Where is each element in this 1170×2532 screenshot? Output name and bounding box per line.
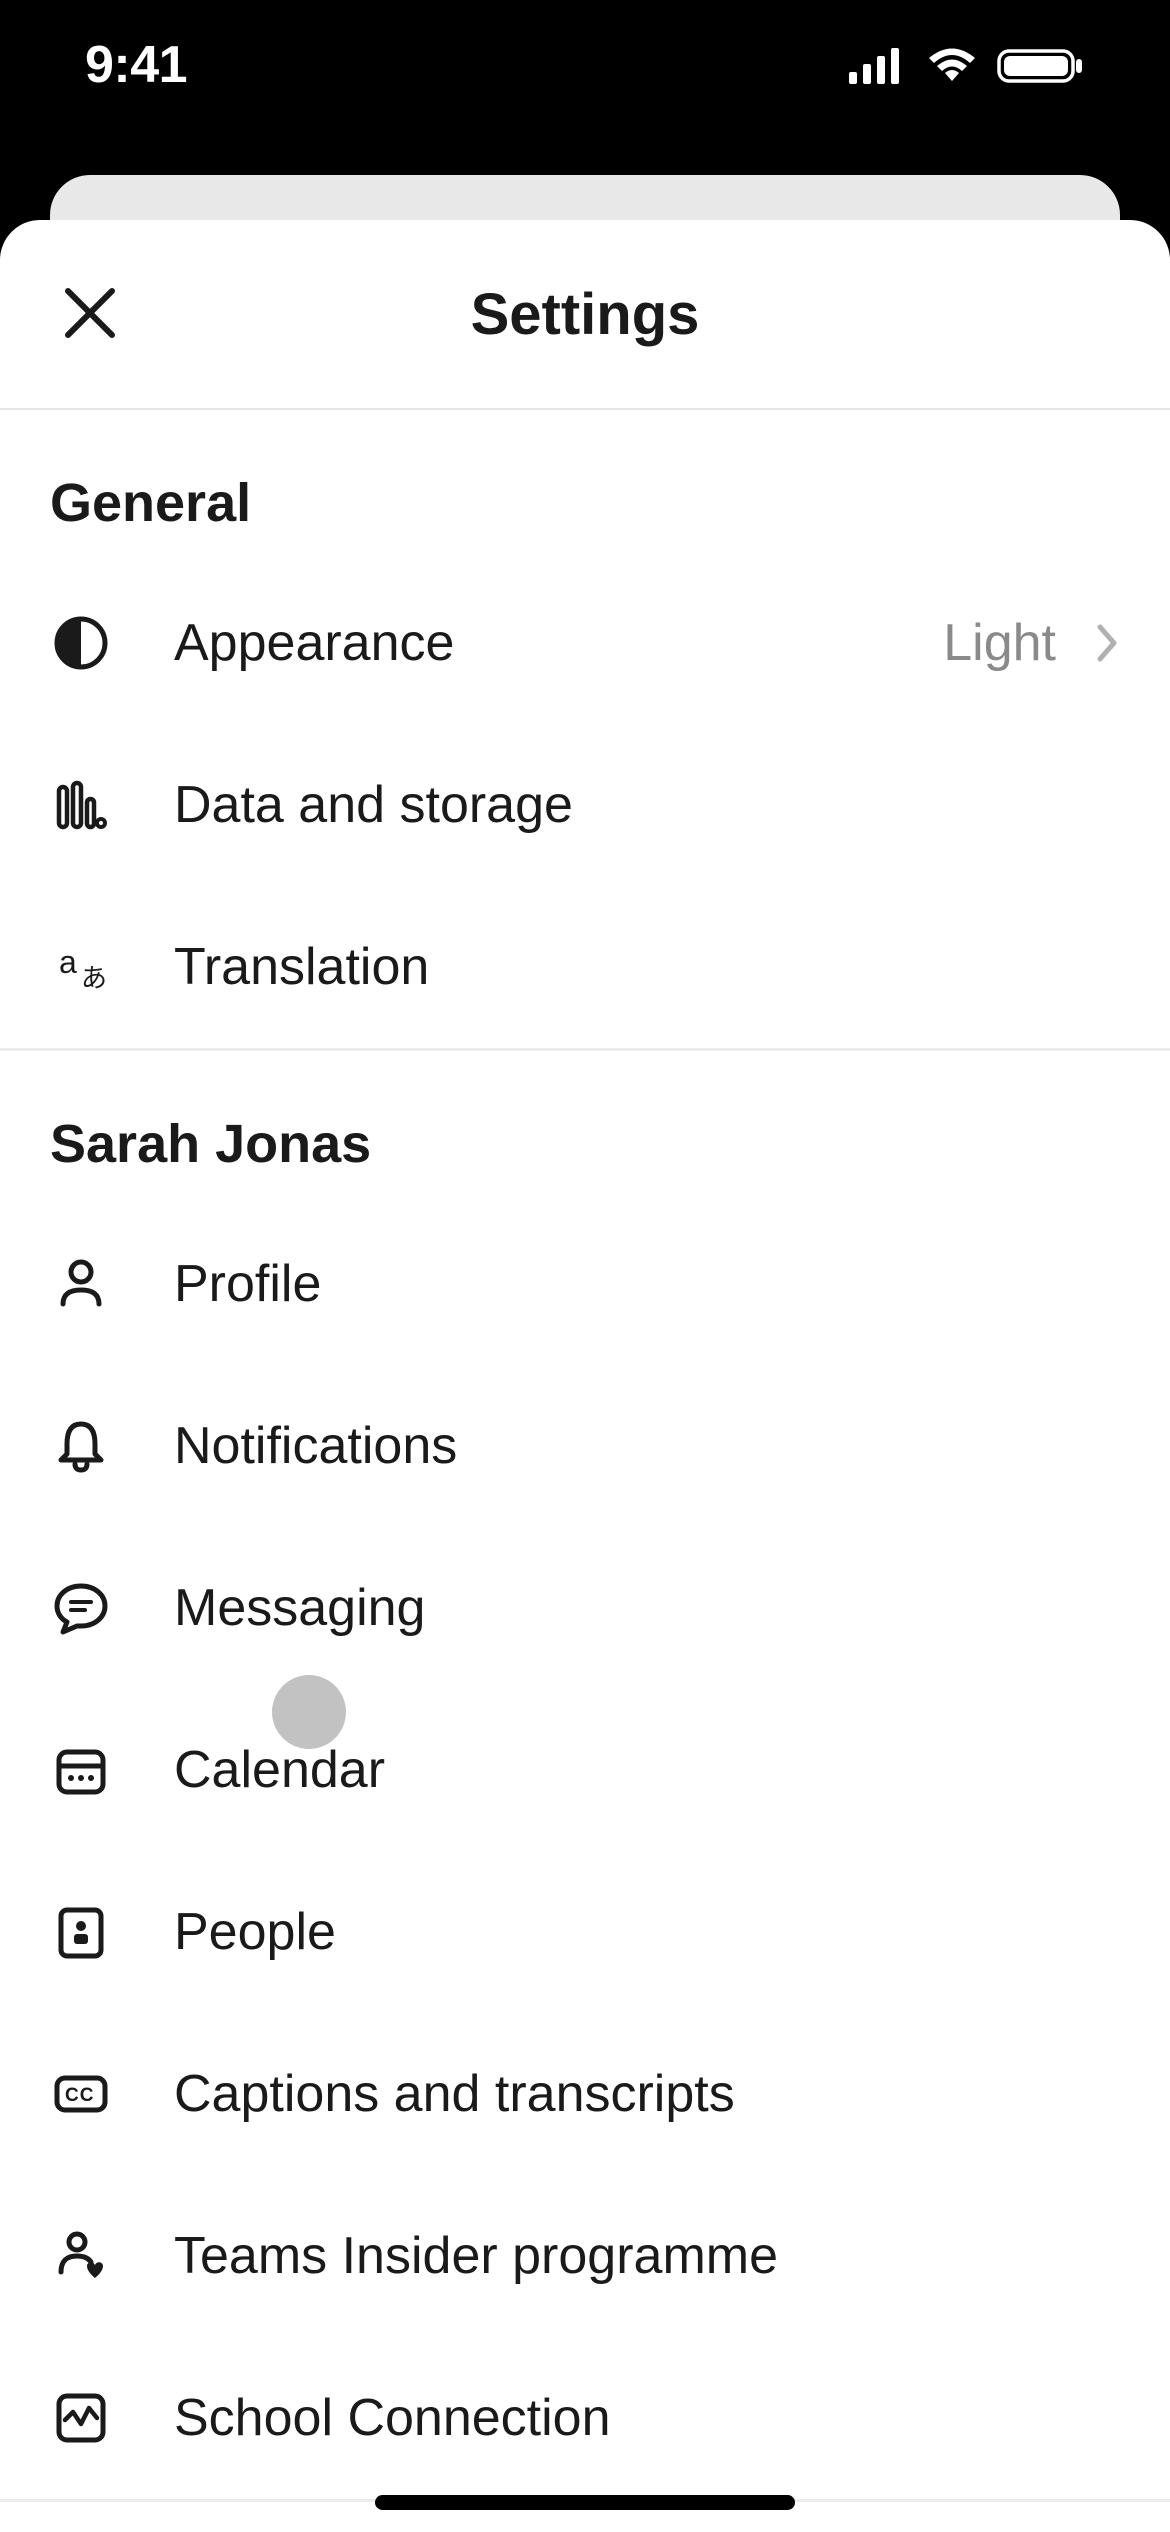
insider-icon — [50, 2225, 112, 2287]
close-icon — [62, 285, 118, 344]
chevron-right-icon — [1096, 623, 1120, 663]
wifi-icon — [925, 45, 979, 85]
row-label: Captions and transcripts — [174, 2064, 1120, 2124]
status-bar: 9:41 — [0, 0, 1170, 130]
captions-icon: CC — [50, 2063, 112, 2125]
bell-icon — [50, 1415, 112, 1477]
sheet-header: Settings — [0, 220, 1170, 410]
svg-text:a: a — [59, 944, 77, 980]
contrast-icon — [50, 612, 112, 674]
close-button[interactable] — [55, 279, 125, 349]
row-data-storage[interactable]: Data and storage — [0, 724, 1170, 886]
row-profile[interactable]: Profile — [0, 1203, 1170, 1365]
row-label: Profile — [174, 1254, 1120, 1314]
page-title: Settings — [471, 281, 700, 348]
row-school[interactable]: School Connection — [0, 2337, 1170, 2499]
row-label: Translation — [174, 937, 1120, 997]
section-general: General Appearance Light — [0, 410, 1170, 1051]
svg-text:あ: あ — [81, 963, 107, 993]
translation-icon: a あ — [50, 936, 112, 998]
row-insider[interactable]: Teams Insider programme — [0, 2175, 1170, 2337]
status-time: 9:41 — [85, 35, 187, 95]
row-label: Notifications — [174, 1416, 1120, 1476]
activity-icon — [50, 2387, 112, 2449]
section-account: Sarah Jonas Profile — [0, 1051, 1170, 2502]
battery-icon — [997, 45, 1085, 85]
row-label: People — [174, 1902, 1120, 1962]
section-header-general: General — [0, 410, 1170, 562]
row-label: Messaging — [174, 1578, 1120, 1638]
chat-icon — [50, 1577, 112, 1639]
settings-sheet: Settings General Appearance Light — [0, 220, 1170, 2532]
row-messaging[interactable]: Messaging — [0, 1527, 1170, 1689]
svg-text:CC: CC — [65, 2085, 94, 2106]
row-notifications[interactable]: Notifications — [0, 1365, 1170, 1527]
calendar-icon — [50, 1739, 112, 1801]
row-label: Teams Insider programme — [174, 2226, 1120, 2286]
home-indicator[interactable] — [375, 2495, 795, 2510]
status-indicators — [849, 45, 1085, 85]
row-value: Light — [943, 613, 1056, 673]
row-label: Appearance — [174, 613, 943, 673]
row-label: Calendar — [174, 1740, 1120, 1800]
cellular-icon — [849, 46, 907, 84]
person-icon — [50, 1253, 112, 1315]
row-translation[interactable]: a あ Translation — [0, 886, 1170, 1048]
section-header-account: Sarah Jonas — [0, 1051, 1170, 1203]
row-calendar[interactable]: Calendar — [0, 1689, 1170, 1851]
row-label: Data and storage — [174, 775, 1120, 835]
people-icon — [50, 1901, 112, 1963]
data-storage-icon — [50, 774, 112, 836]
row-captions[interactable]: CC Captions and transcripts — [0, 2013, 1170, 2175]
row-appearance[interactable]: Appearance Light — [0, 562, 1170, 724]
settings-content[interactable]: General Appearance Light — [0, 410, 1170, 2532]
row-label: School Connection — [174, 2388, 1120, 2448]
row-people[interactable]: People — [0, 1851, 1170, 2013]
